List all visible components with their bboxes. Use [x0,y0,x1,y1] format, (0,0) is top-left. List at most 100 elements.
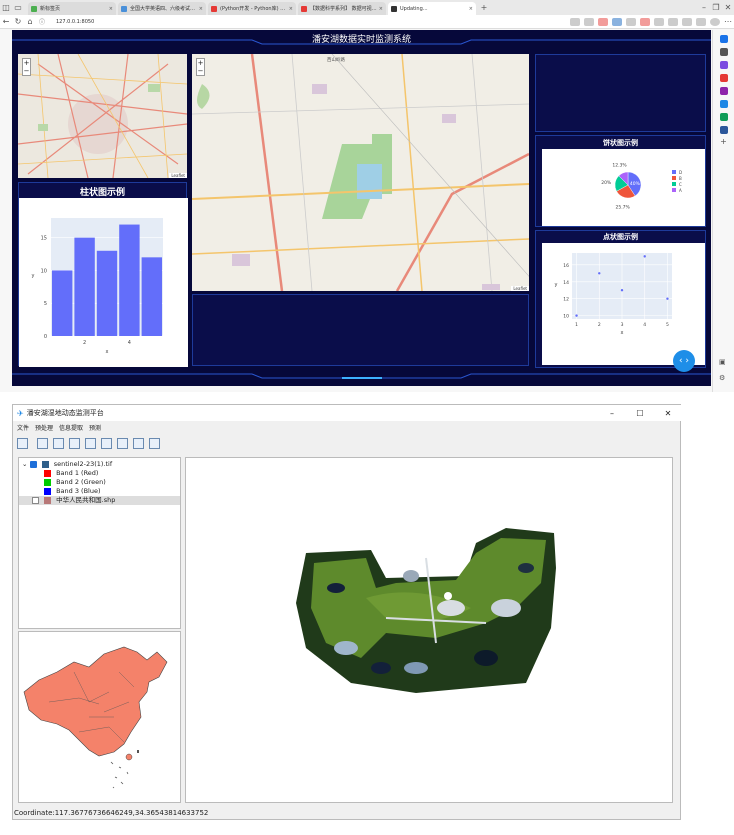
bar [119,224,140,336]
tools-icon[interactable] [719,61,728,69]
y-axis-label: y [32,273,35,279]
profile-avatar-icon[interactable] [710,17,720,26]
minimize-button[interactable]: – [598,409,626,418]
sidebar-layout-icon[interactable]: ▣ [719,358,726,366]
pan-tool-icon[interactable] [53,437,64,449]
bar-chart: 0 5 10 15 2 4 x y [32,218,163,355]
y-tick-label: 5 [44,301,47,307]
word-icon[interactable] [719,126,728,134]
pie-value-label: 40% [630,181,641,187]
games-icon[interactable] [719,87,728,95]
x-axis-label: x [621,330,624,336]
scatter-point [598,272,601,275]
favorites-icon[interactable] [668,17,678,26]
copilot-icon[interactable] [719,35,728,43]
outlook-icon[interactable] [719,113,728,121]
menu-preprocess[interactable]: 预处理 [35,423,53,432]
restore-button[interactable]: ❐ [710,3,722,12]
legend-label: A [679,188,682,193]
browser-tab[interactable]: (Python开发 - Python库) Dash…× [208,2,296,15]
tab-close-icon[interactable]: × [199,6,203,12]
add-sidebar-app-icon[interactable]: + [713,137,734,146]
extension-icon[interactable] [626,17,636,26]
minimize-button[interactable]: – [698,3,710,12]
home-icon[interactable]: ⌂ [24,17,36,26]
office-icon[interactable] [719,100,728,108]
x-tick-label: 5 [666,322,669,328]
split-screen-icon[interactable] [654,17,664,26]
search-icon[interactable] [719,48,728,56]
url-field[interactable]: 127.0.0.1:8050 [56,19,456,25]
app-logo-icon: ✈ [17,408,24,418]
menu-file[interactable]: 文件 [17,423,29,432]
y-axis-label: y [555,282,558,288]
small-map[interactable]: + − Leaflet [18,54,187,178]
main-map-zoom-control[interactable]: + − [196,58,205,76]
favorite-star-icon[interactable] [584,17,594,26]
tree-root[interactable]: ⌄ sentinel2-23(1).tif [22,460,180,469]
expand-chevron-icon[interactable]: ⌄ [22,460,27,468]
main-map-roads [192,54,529,291]
workspace-icon[interactable]: ◫ [0,3,12,12]
menu-extract[interactable]: 信息提取 [59,423,83,432]
legend-swatch [672,170,676,174]
read-aloud-icon[interactable] [570,17,580,26]
checkbox-checked-icon[interactable] [29,460,37,468]
shopping-icon[interactable] [719,74,728,82]
settings-gear-icon[interactable]: ⚙ [719,374,725,382]
close-button[interactable]: ✕ [654,409,682,418]
app-titlebar: ✈ 潘安湖湿地动态监测平台 – ☐ ✕ [13,405,682,421]
vector-layer-icon [44,496,52,504]
tab-close-icon[interactable]: × [109,6,113,12]
open-file-tool-icon[interactable] [17,437,28,449]
image-tool-icon[interactable] [133,437,144,449]
x-tick-label: 3 [621,322,624,328]
tab-actions-icon[interactable]: ▭ [12,3,24,12]
more-menu-icon[interactable]: ⋯ [722,17,734,26]
tab-close-icon[interactable]: × [469,6,473,12]
extension-icon[interactable] [598,17,608,26]
extension-icon[interactable] [640,17,650,26]
menu-predict[interactable]: 预测 [89,423,101,432]
y-tick-label: 10 [41,268,47,274]
browser-tab[interactable]: 全国大学英语四、六级考试（全…× [118,2,206,15]
select-tool-icon[interactable] [37,437,48,449]
small-map-zoom-control[interactable]: + − [22,58,31,76]
legend-swatch [672,182,676,186]
chart-tool-icon[interactable] [149,437,160,449]
extension-icon[interactable] [612,17,622,26]
tab-close-icon[interactable]: × [379,6,383,12]
layers-tool-icon[interactable] [69,437,80,449]
china-map-overview [23,646,168,789]
leaflet-attribution[interactable]: Leaflet [169,173,187,178]
status-bar: Coordinate:117.36776736646249,34.3654381… [14,809,209,817]
tab-bar: ◫ ▭ 新标签页×全国大学英语四、六级考试（全…×(Python开发 - Pyt… [0,0,734,15]
overview-map-panel[interactable] [18,631,181,803]
collections-icon[interactable] [682,17,692,26]
tree-item-shapefile[interactable]: 中华人民共和国.shp [19,496,180,505]
browser-tab[interactable]: 新标签页 × [28,2,116,15]
measure-tool-icon[interactable] [117,437,128,449]
browser-tab[interactable]: 【数据科学系列】 数据可视化dash…× [298,2,386,15]
browser-essentials-icon[interactable] [696,17,706,26]
zoom-out-tool-icon[interactable] [101,437,112,449]
back-icon[interactable]: ← [0,17,12,26]
scatter-point [643,255,646,258]
pie-chart-panel: 饼状图示例 40% 25.7% 20% 12.3% D B C A [535,135,706,227]
refresh-icon[interactable]: ↻ [12,17,24,26]
tab-close-icon[interactable]: × [289,6,293,12]
nav-toggle-button[interactable]: ‹ › [673,350,695,372]
maximize-button[interactable]: ☐ [626,409,654,418]
zoom-in-tool-icon[interactable] [85,437,96,449]
leaflet-attribution[interactable]: Leaflet [511,286,529,291]
raster-view-panel[interactable] [185,457,673,803]
checkbox-unchecked-icon[interactable] [32,496,39,504]
empty-panel [535,54,706,132]
site-info-icon[interactable]: ⓘ [36,17,48,26]
browser-tab[interactable]: Updating... × [388,2,476,15]
legend-label: C [679,182,682,187]
main-map[interactable]: 西山岭路 + − Leaflet [192,54,529,291]
close-window-button[interactable]: ✕ [722,3,734,12]
x-tick-label: 1 [575,322,578,328]
new-tab-button[interactable]: + [478,3,490,12]
